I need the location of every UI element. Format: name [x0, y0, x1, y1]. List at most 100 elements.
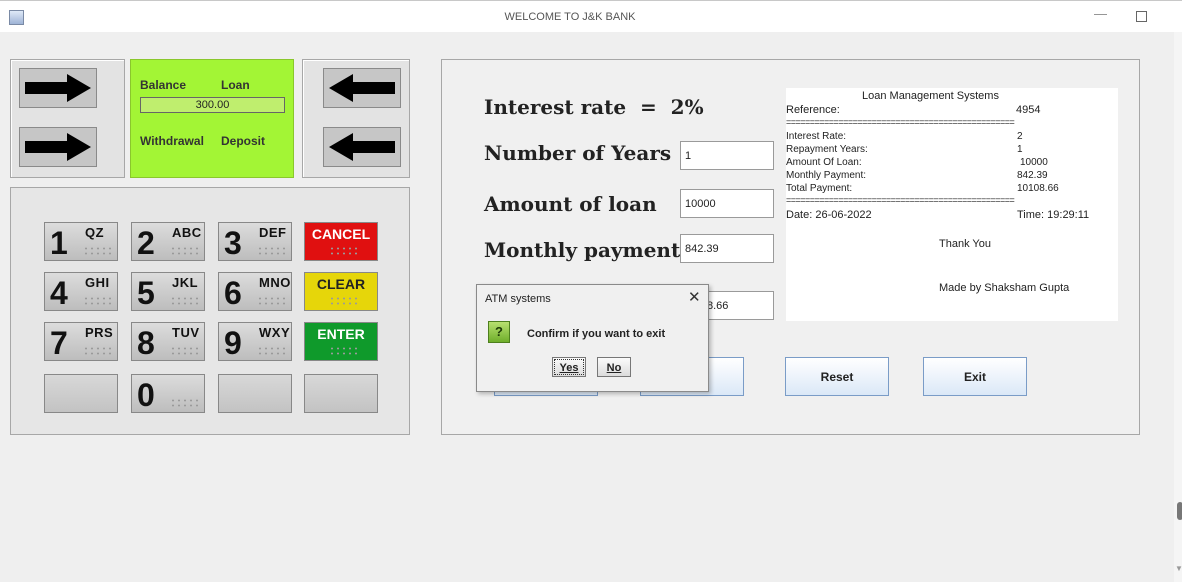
key-4[interactable]: 4 GHI — [44, 272, 118, 311]
dialog-title: ATM systems — [485, 293, 551, 305]
braille-icon — [257, 346, 285, 356]
interest-rate-label: Interest rate = 2% — [484, 95, 704, 119]
arrow-right-icon — [25, 133, 91, 161]
key-3[interactable]: 3 DEF — [218, 222, 292, 261]
monthly-label: Monthly payment — [484, 238, 681, 262]
braille-icon — [83, 246, 111, 256]
receipt-years-label: Repayment Years: — [786, 144, 868, 155]
key-digit: 1 — [50, 225, 68, 261]
key-1[interactable]: 1 QZ — [44, 222, 118, 261]
key-8[interactable]: 8 TUV — [131, 322, 205, 361]
key-digit: 0 — [137, 377, 155, 413]
receipt-years-value: 1 — [1017, 144, 1023, 155]
key-letters: MNO — [259, 275, 291, 290]
key-letters: GHI — [85, 275, 110, 290]
scrollbar-thumb[interactable] — [1177, 502, 1182, 520]
loan-label[interactable]: Loan — [221, 78, 250, 92]
receipt-title: Loan Management Systems — [862, 90, 999, 102]
receipt-amount-value: 10000 — [1020, 157, 1048, 168]
key-0[interactable]: 0 — [131, 374, 205, 413]
title-bar: WELCOME TO J&K BANK — — [0, 0, 1182, 33]
balance-field: 300.00 — [140, 97, 285, 113]
key-digit: 2 — [137, 225, 155, 261]
key-digit: 8 — [137, 325, 155, 361]
key-letters: WXY — [259, 325, 291, 340]
minimize-button[interactable]: — — [1094, 6, 1107, 21]
key-2[interactable]: 2 ABC — [131, 222, 205, 261]
receipt-reference-value: 4954 — [1016, 104, 1041, 116]
arrow-right-icon — [25, 74, 91, 102]
close-icon[interactable]: ✕ — [688, 288, 701, 306]
receipt-total-label: Total Payment: — [786, 183, 853, 194]
braille-icon — [257, 296, 285, 306]
enter-label: ENTER — [317, 326, 365, 342]
key-digit: 3 — [224, 225, 242, 261]
key-digit: 6 — [224, 275, 242, 311]
key-letters: ABC — [172, 225, 202, 240]
monthly-input[interactable]: 842.39 — [680, 234, 774, 263]
receipt-separator-2: ========================================… — [786, 195, 1015, 205]
cancel-button[interactable]: CANCEL — [304, 222, 378, 261]
right-bottom-arrow-button[interactable] — [323, 127, 401, 167]
window-title: WELCOME TO J&K BANK — [504, 11, 636, 23]
amount-input[interactable]: 10000 — [680, 189, 774, 218]
receipt-separator: ========================================… — [786, 117, 1015, 127]
clear-button[interactable]: CLEAR — [304, 272, 378, 311]
clear-label: CLEAR — [316, 276, 366, 292]
receipt-amount-label: Amount Of Loan: — [786, 157, 862, 168]
key-letters: DEF — [259, 225, 287, 240]
enter-button[interactable]: ENTER — [304, 322, 378, 361]
braille-icon — [329, 296, 357, 306]
receipt-thanks: Thank You — [939, 238, 991, 250]
key-letters: JKL — [172, 275, 199, 290]
key-blank-middle[interactable] — [218, 374, 292, 413]
withdrawal-label[interactable]: Withdrawal — [140, 134, 204, 148]
yes-button[interactable]: Yes — [552, 357, 586, 377]
atm-screen: Balance Loan 300.00 Withdrawal Deposit — [130, 59, 294, 178]
key-blank-left[interactable] — [44, 374, 118, 413]
key-6[interactable]: 6 MNO — [218, 272, 292, 311]
left-bottom-arrow-button[interactable] — [19, 127, 97, 167]
key-9[interactable]: 9 WXY — [218, 322, 292, 361]
deposit-label[interactable]: Deposit — [221, 134, 265, 148]
receipt-total-value: 10108.66 — [1017, 183, 1059, 194]
braille-icon — [83, 296, 111, 306]
braille-icon — [329, 246, 357, 256]
dialog-message: Confirm if you want to exit — [527, 328, 666, 340]
no-button[interactable]: No — [597, 357, 631, 377]
key-digit: 7 — [50, 325, 68, 361]
balance-label[interactable]: Balance — [140, 78, 186, 92]
key-letters: TUV — [172, 325, 200, 340]
braille-icon — [329, 346, 357, 356]
key-letters: PRS — [85, 325, 114, 340]
maximize-button[interactable] — [1136, 11, 1147, 22]
right-top-arrow-button[interactable] — [323, 68, 401, 108]
receipt-interest-label: Interest Rate: — [786, 131, 847, 142]
left-top-arrow-button[interactable] — [19, 68, 97, 108]
key-7[interactable]: 7 PRS — [44, 322, 118, 361]
years-input[interactable]: 1 — [680, 141, 774, 170]
reset-button[interactable]: Reset — [785, 357, 889, 396]
key-blank-right[interactable] — [304, 374, 378, 413]
cancel-label: CANCEL — [311, 226, 371, 242]
exit-button[interactable]: Exit — [923, 357, 1027, 396]
braille-icon — [257, 246, 285, 256]
amount-label: Amount of loan — [484, 192, 657, 216]
braille-icon — [170, 296, 198, 306]
receipt-reference-label: Reference: — [786, 104, 840, 116]
key-5[interactable]: 5 JKL — [131, 272, 205, 311]
key-digit: 5 — [137, 275, 155, 311]
key-digit: 4 — [50, 275, 68, 311]
receipt-date: Date: 26-06-2022 — [786, 209, 872, 221]
braille-icon — [170, 398, 198, 408]
braille-icon — [170, 346, 198, 356]
scroll-down-icon[interactable]: ▼ — [1175, 564, 1182, 573]
receipt-interest-value: 2 — [1017, 131, 1023, 142]
receipt-monthly-value: 842.39 — [1017, 170, 1048, 181]
right-edge — [1174, 32, 1182, 582]
braille-icon — [170, 246, 198, 256]
receipt-time: Time: 19:29:11 — [1017, 209, 1090, 221]
receipt-area: Loan Management Systems Reference: 4954 … — [786, 88, 1118, 321]
key-letters: QZ — [85, 225, 105, 240]
receipt-author: Made by Shaksham Gupta — [939, 282, 1070, 294]
